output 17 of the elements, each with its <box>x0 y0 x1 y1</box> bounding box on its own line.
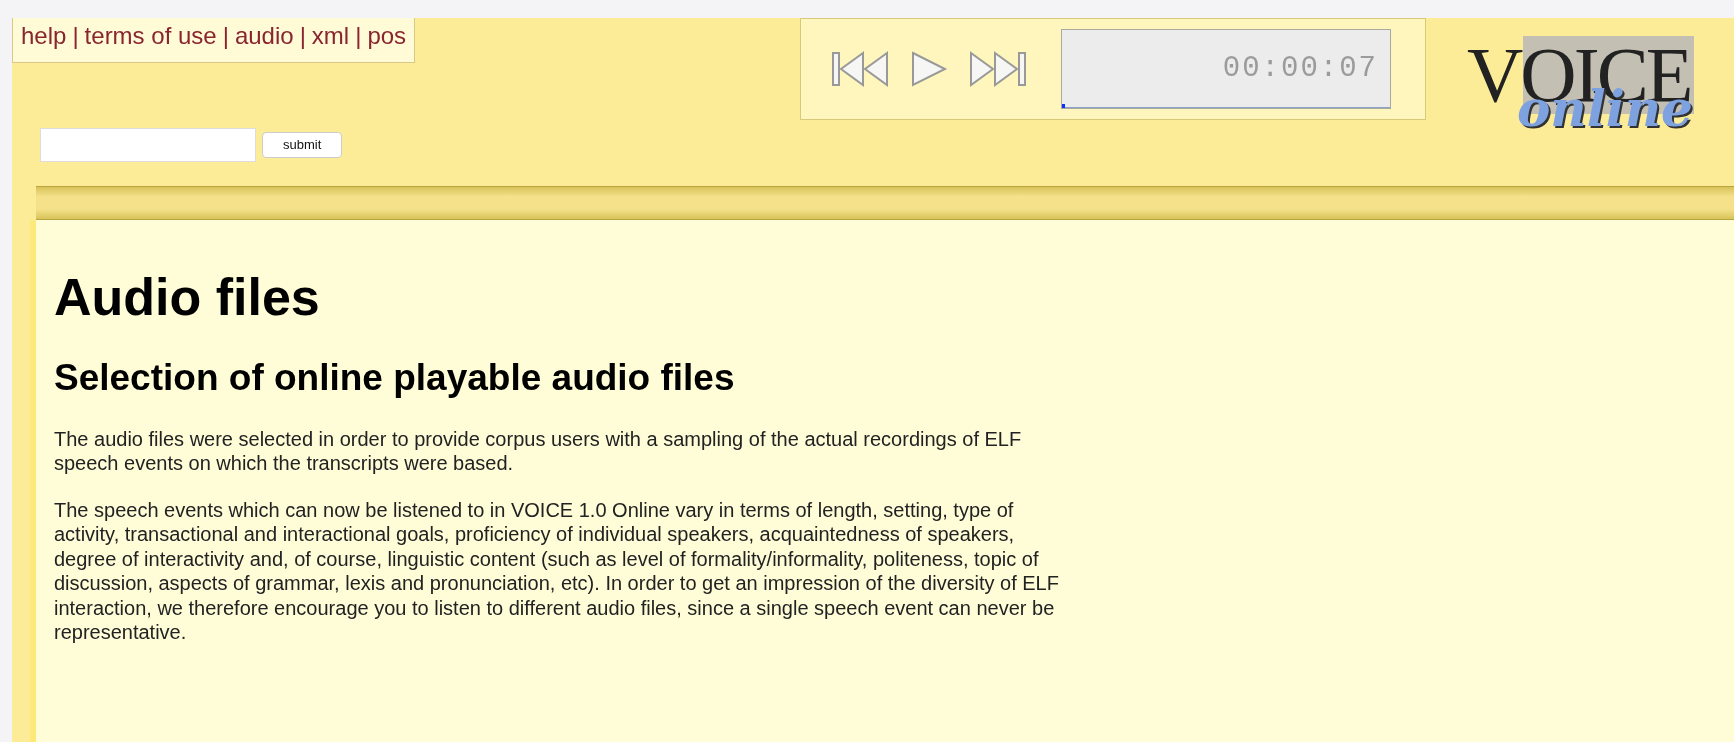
page-title: Audio files <box>54 267 321 328</box>
separator: | <box>222 22 229 49</box>
separator: | <box>299 22 306 49</box>
submit-button[interactable]: submit <box>262 132 343 158</box>
nav-link[interactable]: xml <box>311 22 350 49</box>
separator: | <box>355 22 362 49</box>
separator: | <box>72 22 79 49</box>
nav-link[interactable]: audio <box>234 22 294 49</box>
section-heading: Selection of online playable audio files <box>54 356 736 401</box>
play-icon[interactable] <box>909 49 949 89</box>
elapsed-time: 00:00:07 <box>1222 51 1378 88</box>
search-field[interactable] <box>40 128 256 162</box>
nav-link[interactable]: terms of use <box>84 22 217 49</box>
nav-link[interactable]: pos <box>367 22 407 49</box>
nav-link[interactable]: help <box>21 22 67 49</box>
paragraph: The audio files were selected in order to provide corpus users with a sampling of the actual recordings of ELF speech events on which the transcripts were based. <box>54 426 1023 476</box>
paragraph: The speech events which can now be listened to in VOICE 1.0 Online vary in terms of length, setting, type of activity, transactional and interactional goals, proficiency of individual speakers, acquaintedness of speakers, degree of interactivity and, of course, linguistic content (such as level of formality/informality, politeness, topic of discussion, aspects of grammar, lexis and pronunciation, etc). In order to get an impression of the diversity of ELF interaction, we therefore encourage you to listen to different audio files, since a single speech event can never be representative. <box>54 497 1060 645</box>
